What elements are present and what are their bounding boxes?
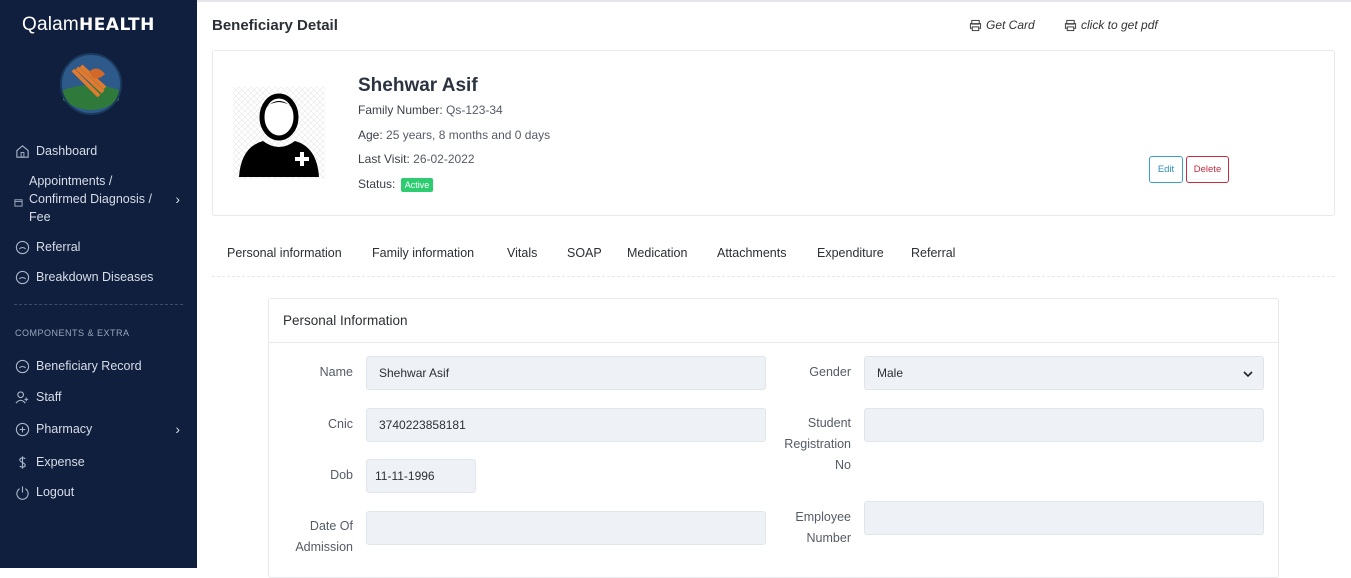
- student-registration-field[interactable]: [864, 408, 1264, 442]
- edit-button[interactable]: Edit: [1149, 156, 1183, 183]
- age-label: Age:: [358, 128, 383, 142]
- age-value: 25 years, 8 months and 0 days: [386, 128, 551, 142]
- cnic-field[interactable]: 3740223858181: [366, 408, 766, 442]
- circle-icon: [14, 358, 30, 374]
- tab-bar: Personal information Family information …: [212, 232, 1335, 277]
- label-line: Student: [807, 416, 851, 430]
- org-logo: [59, 50, 123, 120]
- sidebar-item-expense[interactable]: Expense: [14, 454, 85, 470]
- last-visit-value: 26-02-2022: [413, 152, 475, 166]
- sidebar-item-logout[interactable]: Logout: [14, 484, 74, 500]
- personal-information-card: Personal Information Name Shehwar Asif G…: [268, 298, 1279, 578]
- label-line: Employee: [795, 510, 851, 524]
- label-line: Admission: [295, 540, 353, 554]
- get-card-link[interactable]: Get Card: [969, 18, 1035, 32]
- status-label: Status:: [358, 177, 396, 191]
- top-border: [197, 0, 1351, 4]
- tab-expenditure[interactable]: Expenditure: [817, 246, 884, 260]
- tab-family-information[interactable]: Family information: [372, 246, 474, 260]
- sidebar-item-label: Expense: [36, 455, 85, 469]
- gender-label: Gender: [809, 365, 851, 379]
- avatar: [233, 87, 325, 179]
- printer-icon: [1064, 19, 1077, 31]
- sidebar-divider: [14, 304, 183, 305]
- employee-number-field[interactable]: [864, 501, 1264, 535]
- circle-icon: [14, 269, 30, 285]
- sidebar-item-label: Staff: [36, 390, 62, 404]
- brand-suffix: HEALTH: [78, 15, 155, 35]
- sidebar-item-label: Pharmacy: [36, 422, 93, 436]
- tab-soap[interactable]: SOAP: [567, 246, 602, 260]
- tab-vitals[interactable]: Vitals: [507, 246, 537, 260]
- get-card-label: Get Card: [986, 18, 1035, 32]
- tab-attachments[interactable]: Attachments: [717, 246, 786, 260]
- status-row: Status: Active: [358, 177, 434, 192]
- plus-circle-icon: [14, 421, 30, 437]
- card-title: Personal Information: [283, 313, 408, 328]
- sidebar-item-label: Dashboard: [36, 144, 98, 158]
- label-line: Number: [806, 531, 851, 545]
- employee-number-label: Employee Number: [769, 507, 851, 549]
- home-icon: [14, 143, 30, 159]
- tab-personal-information[interactable]: Personal information: [227, 246, 342, 260]
- user-plus-icon: [14, 389, 30, 405]
- age-row: Age: 25 years, 8 months and 0 days: [358, 128, 550, 142]
- name-field[interactable]: Shehwar Asif: [366, 356, 766, 390]
- calendar-icon: [14, 194, 24, 207]
- status-badge: Active: [400, 178, 434, 192]
- page-title: Beneficiary Detail: [212, 17, 338, 34]
- sidebar-item-label: Beneficiary Record: [36, 359, 142, 373]
- sidebar-item-label: Logout: [36, 485, 75, 499]
- label-line: No: [835, 458, 851, 472]
- sidebar-item-staff[interactable]: Staff: [14, 389, 61, 405]
- profile-card: Shehwar Asif Family Number: Qs-123-34 Ag…: [212, 50, 1335, 216]
- family-number-label: Family Number:: [358, 103, 443, 117]
- cnic-label: Cnic: [327, 417, 353, 431]
- circle-icon: [14, 239, 30, 255]
- brand-logo-text[interactable]: QalamHEALTH: [22, 14, 155, 36]
- tab-referral[interactable]: Referral: [911, 246, 955, 260]
- get-pdf-label: click to get pdf: [1081, 18, 1158, 32]
- sidebar-section-label: COMPONENTS & EXTRA: [15, 328, 130, 338]
- family-number-value: Qs-123-34: [446, 103, 503, 117]
- last-visit-row: Last Visit: 26-02-2022: [358, 152, 475, 166]
- name-label: Name: [319, 365, 353, 379]
- brand-prefix: Qalam: [22, 14, 79, 35]
- chevron-right-icon[interactable]: ›: [175, 421, 180, 437]
- gender-select[interactable]: Male: [864, 356, 1264, 390]
- student-registration-label: Student Registration No: [769, 413, 851, 476]
- sidebar-item-referral[interactable]: Referral: [14, 239, 80, 255]
- beneficiary-name: Shehwar Asif: [358, 75, 478, 96]
- chevron-down-icon: [1243, 371, 1253, 378]
- gender-value: Male: [877, 366, 904, 380]
- dollar-icon: [14, 454, 30, 470]
- admission-date-field[interactable]: [366, 511, 766, 545]
- get-pdf-link[interactable]: click to get pdf: [1064, 18, 1158, 32]
- dob-field[interactable]: 11-11-1996: [366, 459, 476, 493]
- label-line: Date Of: [309, 519, 353, 533]
- delete-button[interactable]: Delete: [1186, 156, 1229, 183]
- power-icon: [14, 484, 30, 500]
- sidebar-item-label: Referral: [36, 240, 81, 254]
- label-line: Registration: [784, 437, 851, 451]
- dob-label: Dob: [330, 468, 353, 482]
- last-visit-label: Last Visit:: [358, 152, 410, 166]
- tab-medication[interactable]: Medication: [627, 246, 687, 260]
- family-number-row: Family Number: Qs-123-34: [358, 103, 503, 117]
- admission-label: Date Of Admission: [279, 516, 353, 558]
- printer-icon: [969, 19, 982, 31]
- sidebar-item-label: Appointments / Confirmed Diagnosis / Fee: [29, 174, 152, 224]
- sidebar: QalamHEALTH Dashboard Appointments / Con…: [0, 0, 197, 568]
- sidebar-item-dashboard[interactable]: Dashboard: [14, 143, 97, 159]
- chevron-right-icon[interactable]: ›: [175, 191, 180, 207]
- card-header: Personal Information: [269, 299, 1278, 343]
- sidebar-item-pharmacy[interactable]: Pharmacy: [14, 421, 92, 437]
- sidebar-item-breakdown-diseases[interactable]: Breakdown Diseases: [14, 269, 153, 285]
- sidebar-item-label: Breakdown Diseases: [36, 270, 154, 284]
- sidebar-item-beneficiary-record[interactable]: Beneficiary Record: [14, 358, 142, 374]
